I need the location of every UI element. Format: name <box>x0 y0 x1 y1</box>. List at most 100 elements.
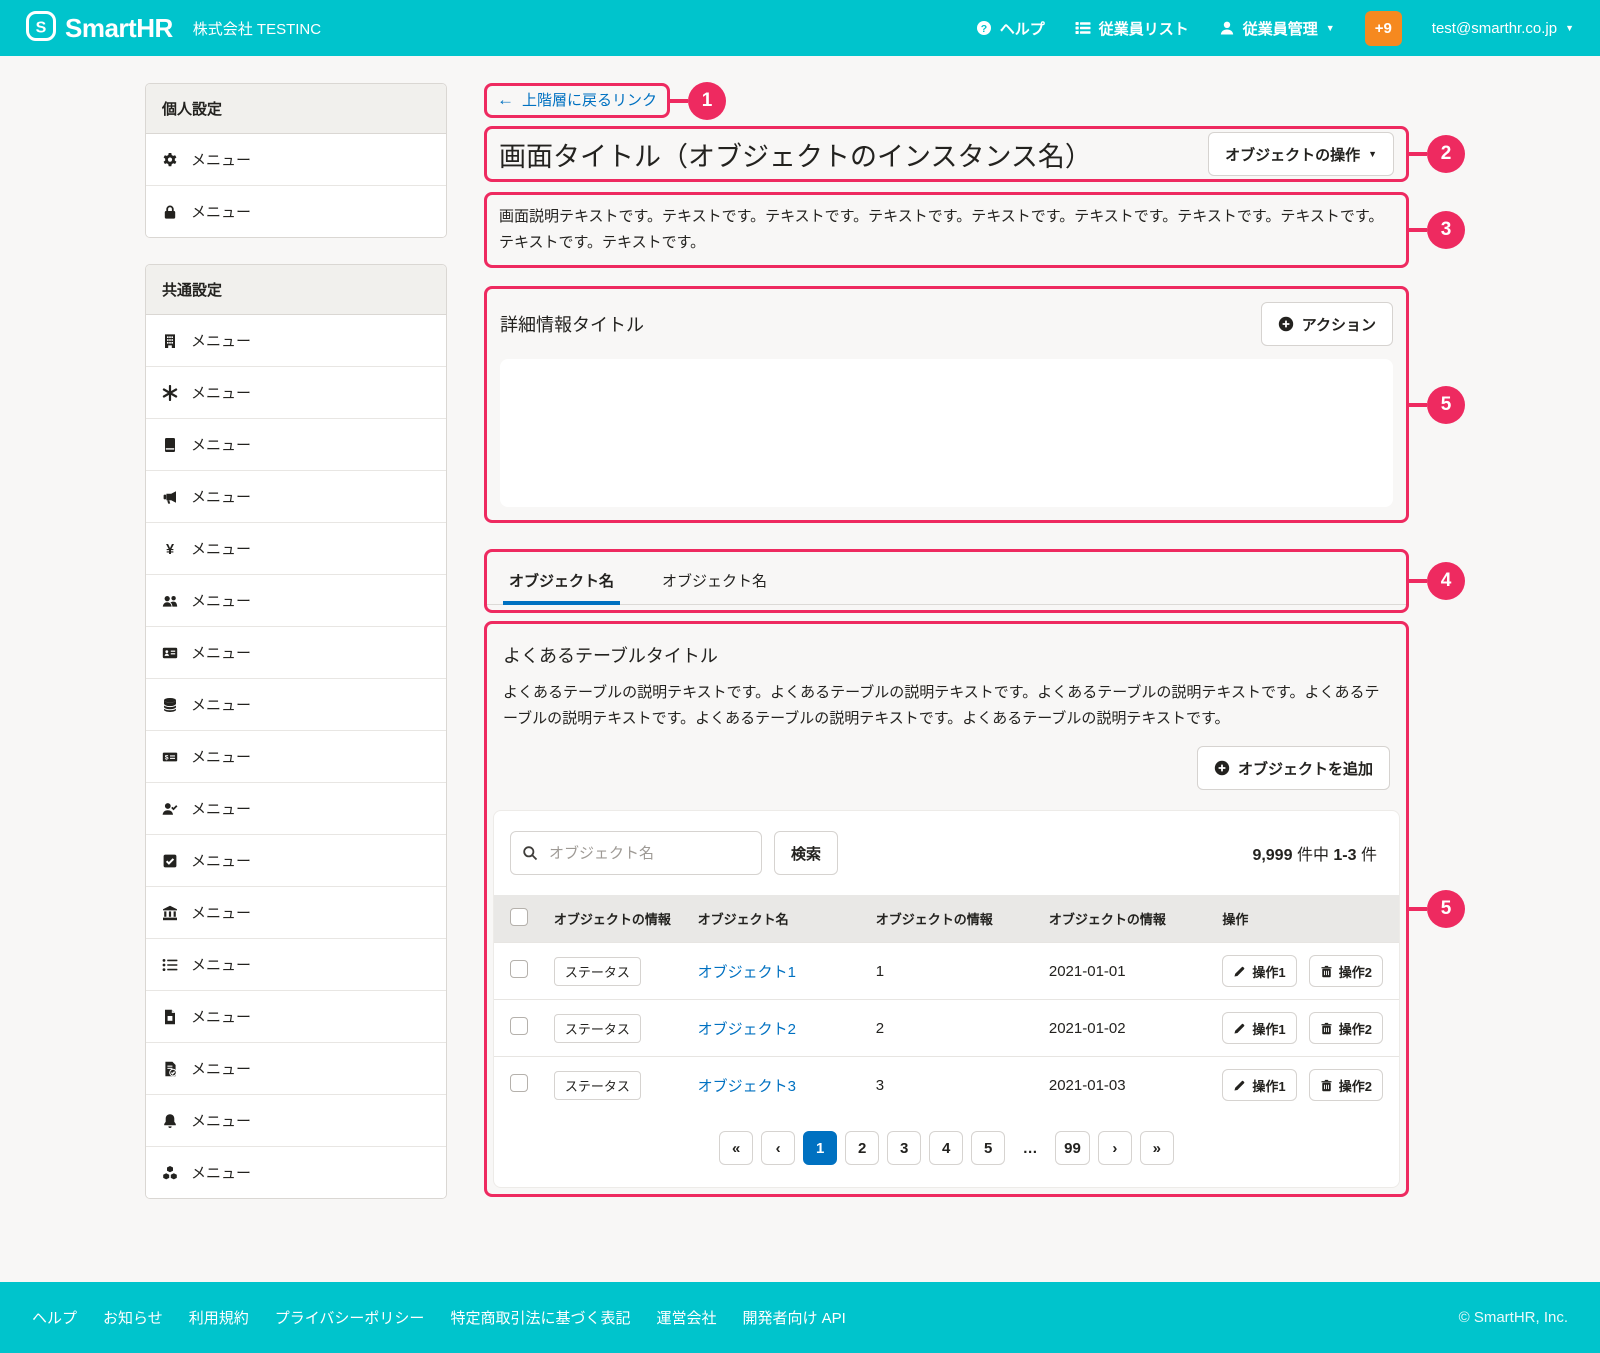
footer-link[interactable]: 利用規約 <box>189 1307 249 1328</box>
action-button[interactable]: アクション <box>1261 302 1393 346</box>
page-button[interactable]: 4 <box>929 1131 963 1165</box>
sidebar-menu-label: メニュー <box>191 382 251 403</box>
list-menu-icon <box>162 957 178 973</box>
row-checkbox[interactable] <box>510 1017 528 1035</box>
employee-list-link[interactable]: 従業員リスト <box>1075 18 1189 39</box>
sidebar-menu-item[interactable]: メニュー <box>146 990 446 1042</box>
prev-page-button[interactable]: ‹ <box>761 1131 795 1165</box>
account-menu[interactable]: test@smarthr.co.jp ▼ <box>1432 20 1574 37</box>
sidebar-menu-item[interactable]: ¥ メニュー <box>146 522 446 574</box>
object-actions-label: オブジェクトの操作 <box>1225 144 1360 165</box>
page-button[interactable]: 99 <box>1055 1131 1090 1165</box>
sidebar-menu-item[interactable]: メニュー <box>146 470 446 522</box>
caret-down-icon: ▼ <box>1326 24 1335 33</box>
user-icon <box>1219 20 1235 36</box>
sidebar-menu-item[interactable]: メニュー <box>146 834 446 886</box>
search-input[interactable] <box>510 831 762 875</box>
delete-button[interactable]: 操作2 <box>1309 955 1383 987</box>
app-header: S SmartHR 株式会社 TESTINC ? ヘルプ 従業員リスト 従業員管… <box>0 0 1600 56</box>
sidebar-menu-item[interactable]: メニュー <box>146 574 446 626</box>
object-link[interactable]: オブジェクト1 <box>698 964 796 981</box>
select-all-checkbox[interactable] <box>510 908 528 926</box>
sidebar-menu-item[interactable]: メニュー <box>146 418 446 470</box>
users-icon <box>162 593 178 609</box>
footer-link[interactable]: 運営会社 <box>656 1307 716 1328</box>
sidebar-section-title: 共通設定 <box>146 265 446 315</box>
object-actions-dropdown[interactable]: オブジェクトの操作 ▼ <box>1208 132 1394 176</box>
employee-admin-menu[interactable]: 従業員管理 ▼ <box>1219 18 1335 39</box>
back-link[interactable]: ← 上階層に戻るリンク <box>497 89 657 110</box>
edit-button[interactable]: 操作1 <box>1222 1069 1296 1101</box>
first-page-button[interactable]: « <box>719 1131 753 1165</box>
annotation-3: 3 <box>1427 211 1465 249</box>
sidebar-menu-label: メニュー <box>191 330 251 351</box>
edit-button[interactable]: 操作1 <box>1222 955 1296 987</box>
book-icon <box>162 437 178 453</box>
footer-link[interactable]: 開発者向け API <box>742 1307 845 1328</box>
caret-down-icon: ▼ <box>1565 24 1574 33</box>
sidebar-menu-item[interactable]: メニュー <box>146 1146 446 1198</box>
smarthr-logo[interactable]: S SmartHR <box>26 11 173 45</box>
sidebar-menu-label: メニュー <box>191 149 251 170</box>
help-link[interactable]: ? ヘルプ <box>976 18 1045 39</box>
money-check-icon: $ <box>162 749 178 765</box>
row-checkbox[interactable] <box>510 1074 528 1092</box>
svg-text:S: S <box>36 20 47 37</box>
next-page-button[interactable]: › <box>1098 1131 1132 1165</box>
sidebar-menu-item[interactable]: メニュー <box>146 886 446 938</box>
edit-button[interactable]: 操作1 <box>1222 1012 1296 1044</box>
page-button[interactable]: 5 <box>971 1131 1005 1165</box>
sidebar-menu-item[interactable]: メニュー <box>146 185 446 237</box>
sidebar-menu-item[interactable]: メニュー <box>146 1094 446 1146</box>
building-icon <box>162 333 178 349</box>
object-link[interactable]: オブジェクト2 <box>698 1021 796 1038</box>
trash-icon <box>1320 965 1333 978</box>
row-checkbox[interactable] <box>510 960 528 978</box>
sidebar-menu-item[interactable]: メニュー <box>146 678 446 730</box>
object-info-cell: 1 <box>868 943 1041 1000</box>
back-link-label: 上階層に戻るリンク <box>522 89 657 110</box>
sidebar-menu-label: メニュー <box>191 954 251 975</box>
sidebar-menu-label: メニュー <box>191 850 251 871</box>
trash-icon <box>1320 1079 1333 1092</box>
plus-circle-icon <box>1214 760 1230 776</box>
app-footer: ヘルプ お知らせ 利用規約 プライバシーポリシー 特定商取引法に基づく表記 運営会社 開発者… <box>0 1282 1600 1353</box>
page-button[interactable]: 3 <box>887 1131 921 1165</box>
footer-link[interactable]: ヘルプ <box>32 1307 77 1328</box>
caret-down-icon: ▼ <box>1368 150 1377 159</box>
object-link[interactable]: オブジェクト3 <box>698 1078 796 1095</box>
delete-button[interactable]: 操作2 <box>1309 1069 1383 1101</box>
main-content: ← 上階層に戻るリンク 1 画面タイトル（オブジェクトのインスタンス名） オブジ… <box>484 83 1409 1197</box>
footer-link[interactable]: 特定商取引法に基づく表記 <box>450 1307 630 1328</box>
tab-object-name[interactable]: オブジェクト名 <box>656 554 773 604</box>
table-panel-description: よくあるテーブルの説明テキストです。よくあるテーブルの説明テキストです。よくある… <box>503 680 1390 732</box>
sidebar: 個人設定 メニュー メニュー 共通設定 <box>145 83 447 1225</box>
sidebar-menu-item[interactable]: $ メニュー <box>146 730 446 782</box>
add-object-button[interactable]: オブジェクトを追加 <box>1197 746 1390 790</box>
last-page-button[interactable]: » <box>1140 1131 1174 1165</box>
pencil-icon <box>1233 1079 1246 1092</box>
delete-button[interactable]: 操作2 <box>1309 1012 1383 1044</box>
sidebar-menu-label: メニュー <box>191 1006 251 1027</box>
sidebar-menu-item[interactable]: メニュー <box>146 315 446 366</box>
delete-button-label: 操作2 <box>1339 1076 1372 1095</box>
sidebar-menu-label: メニュー <box>191 1162 251 1183</box>
sidebar-menu-item[interactable]: メニュー <box>146 366 446 418</box>
sidebar-menu-item[interactable]: メニュー <box>146 782 446 834</box>
sidebar-menu-item[interactable]: メニュー <box>146 1042 446 1094</box>
notification-badge[interactable]: +9 <box>1365 11 1402 46</box>
page-button[interactable]: 1 <box>803 1131 837 1165</box>
search-button[interactable]: 検索 <box>774 831 838 875</box>
footer-link[interactable]: お知らせ <box>103 1307 163 1328</box>
edit-button-label: 操作1 <box>1252 1019 1285 1038</box>
page-title-annotation-box: 画面タイトル（オブジェクトのインスタンス名） オブジェクトの操作 ▼ 2 <box>484 126 1409 182</box>
footer-link[interactable]: プライバシーポリシー <box>275 1307 425 1328</box>
page-button[interactable]: 2 <box>845 1131 879 1165</box>
sidebar-menu-item[interactable]: メニュー <box>146 134 446 185</box>
sidebar-menu-item[interactable]: メニュー <box>146 938 446 990</box>
table-panel-title: よくあるテーブルタイトル <box>503 642 1390 668</box>
common-settings-section: 共通設定 メニュー メニュー メニュー <box>145 264 447 1199</box>
tab-object-name[interactable]: オブジェクト名 <box>503 554 620 604</box>
delete-button-label: 操作2 <box>1339 962 1372 981</box>
sidebar-menu-item[interactable]: メニュー <box>146 626 446 678</box>
